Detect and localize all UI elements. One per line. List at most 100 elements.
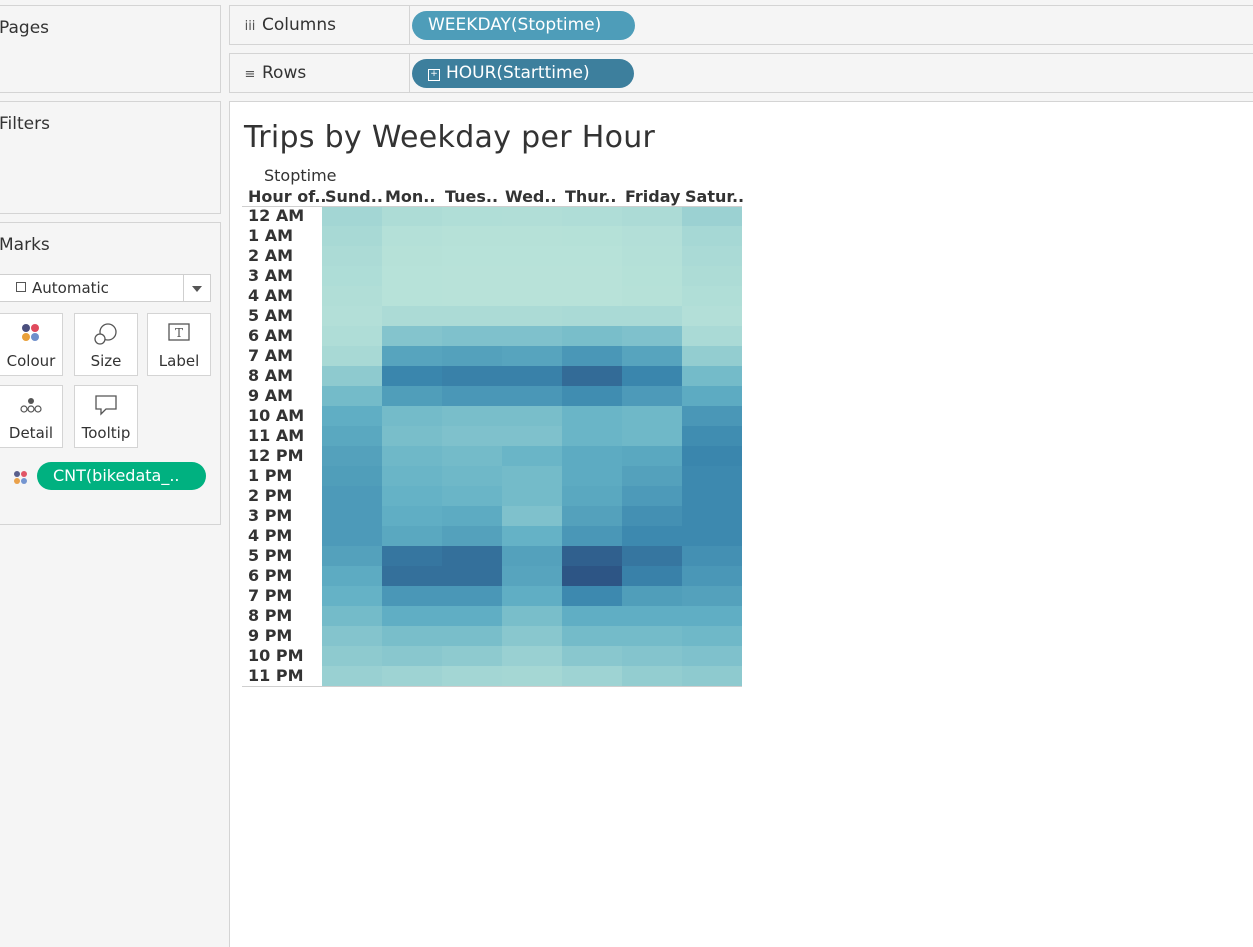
column-header[interactable]: Mon..: [385, 187, 435, 207]
heatmap-cell[interactable]: [322, 506, 382, 526]
heatmap-cell[interactable]: [322, 366, 382, 386]
tooltip-button[interactable]: Tooltip: [74, 385, 138, 448]
heatmap-cell[interactable]: [622, 666, 682, 686]
heatmap-cell[interactable]: [682, 366, 742, 386]
row-header[interactable]: 8 PM: [248, 606, 292, 626]
heatmap-cell[interactable]: [562, 246, 622, 266]
row-header[interactable]: 11 PM: [248, 666, 303, 686]
heatmap-cell[interactable]: [442, 466, 502, 486]
heatmap-cell[interactable]: [442, 586, 502, 606]
heatmap-cell[interactable]: [442, 266, 502, 286]
heatmap-cell[interactable]: [322, 306, 382, 326]
heatmap-cell[interactable]: [682, 266, 742, 286]
row-header[interactable]: 4 PM: [248, 526, 292, 546]
heatmap-cell[interactable]: [622, 566, 682, 586]
row-header[interactable]: 7 PM: [248, 586, 292, 606]
row-header[interactable]: 9 PM: [248, 626, 292, 646]
filters-card[interactable]: Filters: [0, 101, 221, 214]
row-header[interactable]: 5 AM: [248, 306, 293, 326]
heatmap-cell[interactable]: [682, 666, 742, 686]
heatmap-cell[interactable]: [502, 486, 562, 506]
heatmap-cell[interactable]: [682, 446, 742, 466]
heatmap-cell[interactable]: [442, 486, 502, 506]
column-header[interactable]: Wed..: [505, 187, 557, 207]
heatmap-cell[interactable]: [622, 626, 682, 646]
heatmap-cell[interactable]: [382, 326, 442, 346]
heatmap-cell[interactable]: [382, 586, 442, 606]
heatmap-cell[interactable]: [322, 526, 382, 546]
heatmap-cell[interactable]: [682, 586, 742, 606]
size-button[interactable]: Size: [74, 313, 138, 376]
heatmap-cell[interactable]: [382, 246, 442, 266]
heatmap-cell[interactable]: [622, 266, 682, 286]
row-header[interactable]: 7 AM: [248, 346, 293, 366]
column-header[interactable]: Sund..: [325, 187, 383, 207]
heatmap-cell[interactable]: [622, 586, 682, 606]
heatmap-cell[interactable]: [322, 486, 382, 506]
heatmap-cell[interactable]: [622, 506, 682, 526]
column-header[interactable]: Satur..: [685, 187, 744, 207]
heatmap-cell[interactable]: [562, 406, 622, 426]
heatmap-cell[interactable]: [322, 566, 382, 586]
heatmap-cell[interactable]: [502, 266, 562, 286]
heatmap-cell[interactable]: [382, 446, 442, 466]
heatmap-cell[interactable]: [502, 326, 562, 346]
heatmap-cell[interactable]: [562, 506, 622, 526]
heatmap-cell[interactable]: [442, 326, 502, 346]
heatmap-cell[interactable]: [442, 386, 502, 406]
rows-pill-hour-starttime[interactable]: + HOUR(Starttime): [412, 59, 634, 88]
row-header[interactable]: 6 AM: [248, 326, 293, 346]
heatmap-cell[interactable]: [562, 366, 622, 386]
pages-card[interactable]: Pages: [0, 5, 221, 93]
heatmap-cell[interactable]: [562, 486, 622, 506]
heatmap-cell[interactable]: [562, 306, 622, 326]
column-header[interactable]: Friday: [625, 187, 680, 207]
heatmap-cell[interactable]: [382, 606, 442, 626]
heatmap-cell[interactable]: [562, 386, 622, 406]
row-header[interactable]: 4 AM: [248, 286, 293, 306]
heatmap-cell[interactable]: [682, 346, 742, 366]
heatmap-cell[interactable]: [622, 486, 682, 506]
heatmap-cell[interactable]: [382, 266, 442, 286]
heatmap-cell[interactable]: [322, 206, 382, 226]
heatmap-cell[interactable]: [322, 626, 382, 646]
heatmap-cell[interactable]: [622, 206, 682, 226]
heatmap-cell[interactable]: [382, 546, 442, 566]
heatmap-cell[interactable]: [622, 406, 682, 426]
heatmap-cell[interactable]: [322, 286, 382, 306]
row-header[interactable]: 5 PM: [248, 546, 292, 566]
column-header[interactable]: Tues..: [445, 187, 498, 207]
row-header[interactable]: 8 AM: [248, 366, 293, 386]
heatmap-cell[interactable]: [562, 346, 622, 366]
heatmap-cell[interactable]: [622, 366, 682, 386]
heatmap-cell[interactable]: [382, 566, 442, 586]
heatmap-cell[interactable]: [562, 566, 622, 586]
heatmap-cell[interactable]: [442, 286, 502, 306]
heatmap-cell[interactable]: [502, 566, 562, 586]
heatmap-cell[interactable]: [502, 226, 562, 246]
heatmap-cell[interactable]: [562, 586, 622, 606]
heatmap-cell[interactable]: [382, 206, 442, 226]
heatmap-cell[interactable]: [322, 446, 382, 466]
heatmap-cell[interactable]: [322, 386, 382, 406]
rows-shelf[interactable]: ≡ Rows + HOUR(Starttime): [229, 53, 1253, 93]
heatmap-cell[interactable]: [622, 446, 682, 466]
heatmap-cell[interactable]: [622, 526, 682, 546]
heatmap-cell[interactable]: [682, 226, 742, 246]
heatmap-cell[interactable]: [622, 646, 682, 666]
heatmap-cell[interactable]: [502, 626, 562, 646]
row-header[interactable]: 12 AM: [248, 206, 304, 226]
heatmap-cell[interactable]: [682, 326, 742, 346]
heatmap-cell[interactable]: [442, 426, 502, 446]
heatmap-cell[interactable]: [682, 606, 742, 626]
heatmap-cell[interactable]: [382, 366, 442, 386]
heatmap-cell[interactable]: [442, 406, 502, 426]
heatmap-cell[interactable]: [322, 646, 382, 666]
heatmap-cell[interactable]: [442, 626, 502, 646]
heatmap-cell[interactable]: [622, 306, 682, 326]
heatmap-cell[interactable]: [682, 646, 742, 666]
heatmap-cell[interactable]: [502, 246, 562, 266]
heatmap-cell[interactable]: [622, 546, 682, 566]
row-header[interactable]: 12 PM: [248, 446, 303, 466]
heatmap-cell[interactable]: [622, 426, 682, 446]
